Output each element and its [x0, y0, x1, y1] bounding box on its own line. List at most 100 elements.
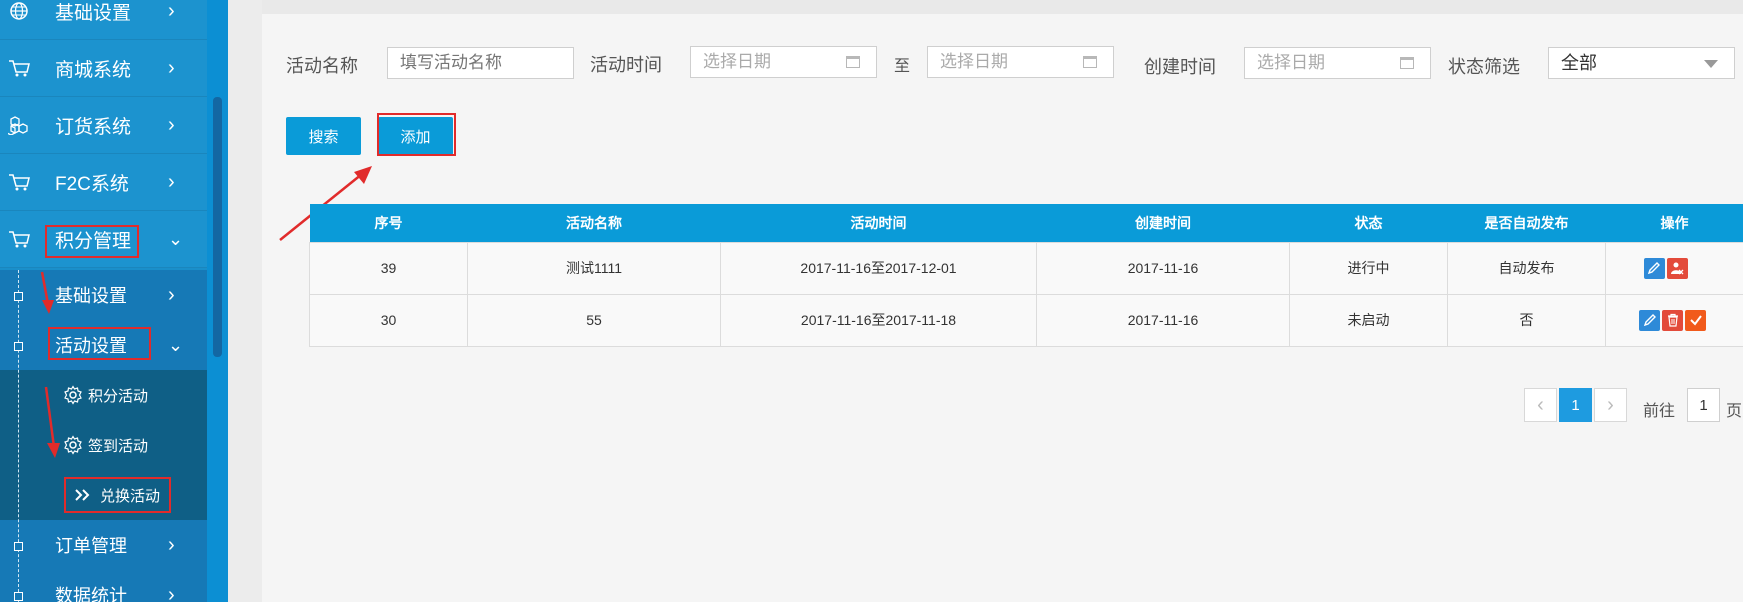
- page-button-current[interactable]: 1: [1559, 388, 1592, 422]
- chevron-right-icon: ›: [168, 170, 175, 193]
- col-header: 操作: [1605, 204, 1743, 242]
- gear-icon: [62, 384, 84, 406]
- highlight-box: [377, 113, 456, 156]
- sidebar-subitem-label: 订单管理: [55, 536, 127, 556]
- chevron-right-icon: ›: [168, 56, 175, 79]
- end-date-input[interactable]: 选择日期: [927, 46, 1114, 78]
- main-panel: 活动名称 活动时间 选择日期 至 选择日期 创建时间 选择日期 状态筛选 全部 …: [262, 14, 1743, 602]
- activity-name-label: 活动名称: [286, 56, 358, 76]
- sidebar-subitem-basic-settings[interactable]: 基础设置 ›: [0, 270, 207, 320]
- chevron-down-icon: ⌄: [168, 334, 184, 355]
- goto-label: 前往: [1643, 403, 1676, 420]
- chevron-left-icon: ‹: [1537, 393, 1544, 416]
- status-filter-select[interactable]: 全部: [1548, 47, 1735, 79]
- sidebar-subitem-order-management[interactable]: 订单管理 ›: [0, 520, 207, 570]
- table-header-row: 序号 活动名称 活动时间 创建时间 状态 是否自动发布 操作: [309, 204, 1743, 242]
- sidebar-item-label: F2C系统: [55, 173, 129, 195]
- col-header: 是否自动发布: [1447, 204, 1606, 242]
- cart-icon: [8, 57, 30, 79]
- activity-name-input[interactable]: [387, 47, 574, 79]
- sidebar-item-basic-settings[interactable]: 基础设置 ›: [0, 0, 207, 40]
- prev-page-button[interactable]: ‹: [1524, 388, 1557, 422]
- cell-period: 2017-11-16至2017-12-01: [720, 241, 1037, 295]
- status-filter-label: 状态筛选: [1448, 57, 1520, 77]
- sidebar-leaf-label: 签到活动: [88, 437, 149, 455]
- cell-created: 2017-11-16: [1036, 293, 1290, 347]
- remove-user-icon[interactable]: [1666, 257, 1688, 279]
- chevron-down-icon: [1704, 60, 1718, 68]
- sidebar-subitem-label: 基础设置: [55, 286, 127, 306]
- sidebar-item-f2c-system[interactable]: F2C系统 ›: [0, 154, 207, 211]
- goto-page-input[interactable]: [1687, 388, 1720, 422]
- highlight-box: [48, 327, 151, 360]
- col-header: 活动名称: [467, 204, 721, 242]
- created-date-input[interactable]: 选择日期: [1244, 47, 1431, 79]
- chevron-right-icon: ›: [168, 113, 175, 136]
- cell-actions: [1605, 293, 1743, 347]
- col-header: 创建时间: [1036, 204, 1290, 242]
- sidebar-item-label: 订货系统: [55, 116, 132, 138]
- tree-node: [14, 342, 23, 351]
- calendar-icon: [846, 56, 860, 68]
- check-icon[interactable]: [1685, 309, 1706, 331]
- chevron-down-icon: ⌄: [168, 228, 184, 249]
- sidebar-leaf-checkin-activity[interactable]: 签到活动: [0, 420, 207, 470]
- start-date-placeholder: 选择日期: [703, 52, 771, 71]
- highlight-box: [64, 477, 171, 513]
- calendar-icon: [1400, 57, 1414, 69]
- next-page-button[interactable]: ›: [1594, 388, 1627, 422]
- chevron-right-icon: ›: [1607, 393, 1614, 416]
- col-header: 状态: [1289, 204, 1448, 242]
- col-header: 活动时间: [720, 204, 1037, 242]
- created-time-label: 创建时间: [1144, 57, 1216, 77]
- calendar-icon: [1083, 56, 1097, 68]
- cell-auto-publish: 否: [1447, 293, 1606, 347]
- edit-icon[interactable]: [1639, 309, 1660, 331]
- table-row: 30 55 2017-11-16至2017-11-18 2017-11-16 未…: [309, 293, 1743, 347]
- highlight-box: [45, 225, 139, 258]
- cell-id: 30: [309, 293, 468, 347]
- cell-name: 55: [467, 293, 721, 347]
- edit-icon[interactable]: [1643, 257, 1665, 279]
- sidebar-leaf-label: 积分活动: [88, 387, 149, 405]
- search-button[interactable]: 搜索: [286, 117, 361, 155]
- tree-node: [14, 592, 23, 601]
- chevron-right-icon: ›: [168, 0, 175, 22]
- trash-icon[interactable]: [1662, 309, 1683, 331]
- tree-line: [18, 270, 19, 602]
- sidebar-subitem-data-statistics[interactable]: 数据统计 ›: [0, 570, 207, 602]
- cell-id: 39: [309, 241, 468, 295]
- page-suffix: 页: [1726, 403, 1743, 420]
- cell-period: 2017-11-16至2017-11-18: [720, 293, 1037, 347]
- tree-node: [14, 542, 23, 551]
- cell-name: 测试1111: [467, 241, 721, 295]
- start-date-input[interactable]: 选择日期: [690, 46, 877, 78]
- cell-actions: [1605, 241, 1743, 295]
- gutter: [228, 0, 262, 602]
- sidebar-scrollbar-thumb[interactable]: [213, 97, 222, 357]
- cart-icon: [8, 228, 30, 250]
- cell-created: 2017-11-16: [1036, 241, 1290, 295]
- activity-time-label: 活动时间: [590, 55, 662, 75]
- globe-icon: [8, 0, 30, 22]
- status-filter-value: 全部: [1561, 53, 1597, 73]
- sidebar-item-mall-system[interactable]: 商城系统 ›: [0, 40, 207, 97]
- chevron-right-icon: ›: [168, 533, 175, 556]
- activity-table: 序号 活动名称 活动时间 创建时间 状态 是否自动发布 操作 39 测试1111…: [309, 204, 1743, 347]
- range-separator: 至: [894, 58, 911, 75]
- page-number: 1: [1571, 396, 1580, 414]
- table-row: 39 测试1111 2017-11-16至2017-12-01 2017-11-…: [309, 241, 1743, 295]
- gear-icon: [62, 434, 84, 456]
- end-date-placeholder: 选择日期: [940, 52, 1008, 71]
- cell-auto-publish: 自动发布: [1447, 241, 1606, 295]
- sidebar-item-order-system[interactable]: 订货系统 ›: [0, 97, 207, 154]
- cart-icon: [8, 171, 30, 193]
- boxes-icon: [8, 114, 30, 136]
- sidebar-subitem-label: 数据统计: [55, 586, 127, 602]
- col-header: 序号: [309, 204, 468, 242]
- created-date-placeholder: 选择日期: [1257, 53, 1325, 72]
- sidebar-item-label: 基础设置: [55, 2, 132, 24]
- sidebar-item-label: 商城系统: [55, 59, 132, 81]
- sidebar-leaf-points-activity[interactable]: 积分活动: [0, 370, 207, 420]
- cell-status: 进行中: [1289, 241, 1448, 295]
